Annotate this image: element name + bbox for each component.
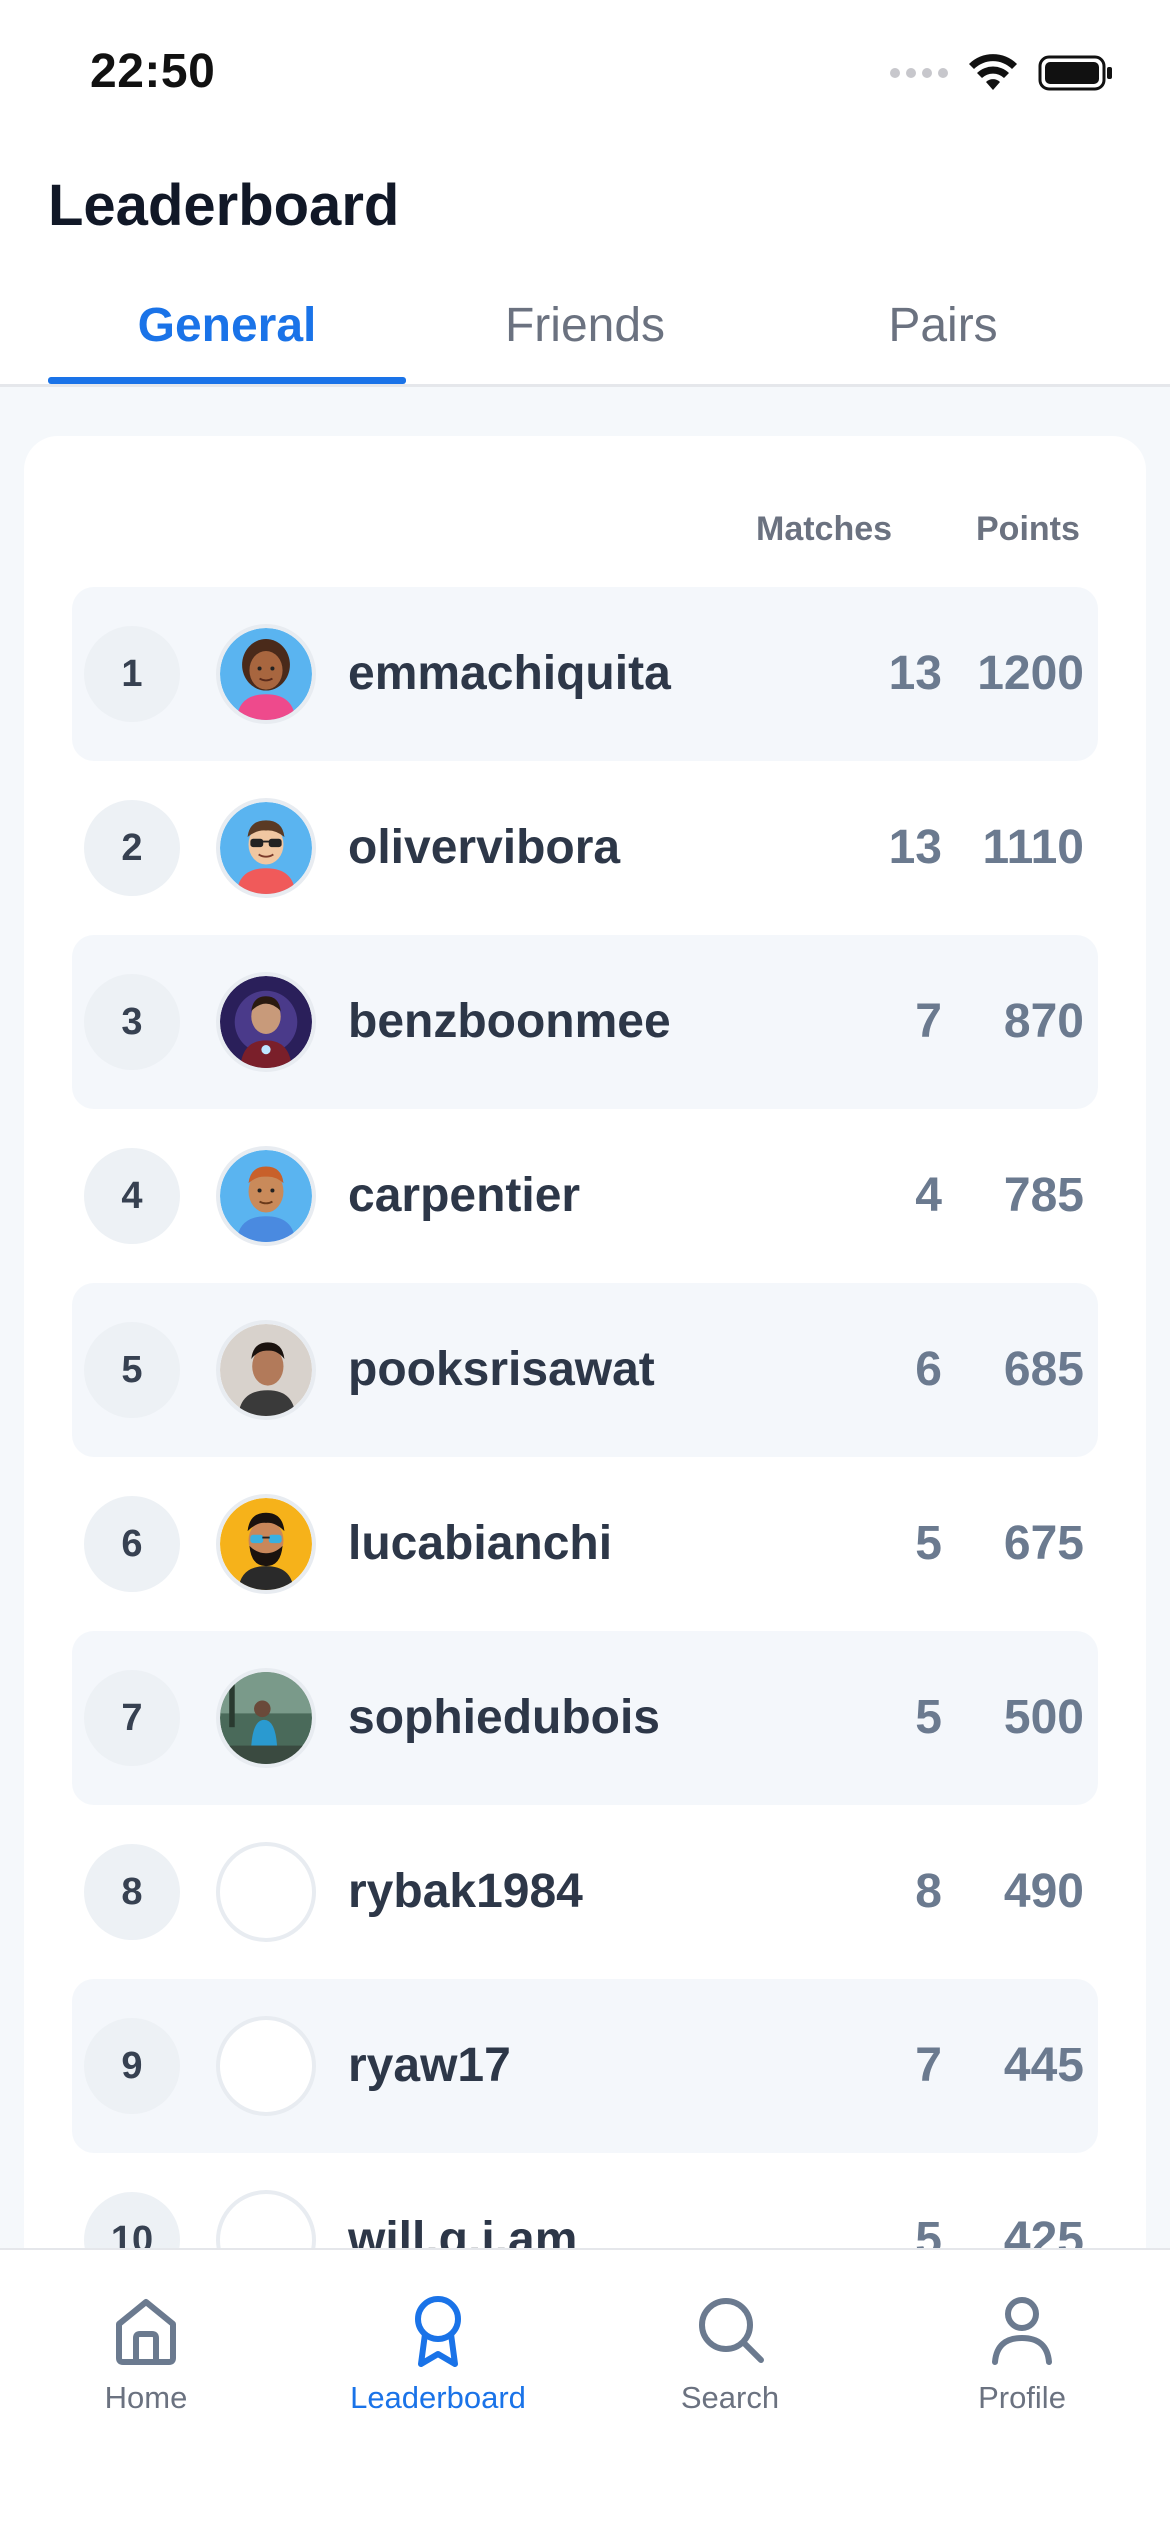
username: lucabianchi	[348, 1517, 613, 1570]
username: benzboonmee	[348, 995, 671, 1048]
rank-badge: 3	[84, 974, 180, 1070]
username: emmachiquita	[348, 647, 671, 700]
username: rybak1984	[348, 1865, 583, 1918]
matches-count: 5	[915, 1691, 942, 1744]
rank-badge: 7	[84, 1670, 180, 1766]
points-count: 500	[1003, 1691, 1084, 1744]
matches-count: 13	[888, 647, 942, 700]
search-icon	[699, 2298, 764, 2363]
matches-count: 5	[915, 1517, 942, 1570]
leaderboard-row[interactable]: 4 carpentier 4 785	[72, 1109, 1098, 1283]
empty-avatar[interactable]	[216, 2016, 316, 2116]
page-title: Leaderboard	[48, 173, 400, 238]
man-avatar[interactable]	[216, 1146, 316, 1246]
man-sunglasses-avatar[interactable]	[216, 798, 316, 898]
leaderboard-row[interactable]: 7 sophiedubois 5 500	[72, 1631, 1098, 1805]
points-count: 675	[1003, 1517, 1084, 1570]
bottom-tab-bar: Home Leaderboard Search Profile	[0, 2248, 1170, 2532]
home-icon	[116, 2299, 176, 2365]
points-count: 785	[1003, 1169, 1084, 1222]
woman-avatar[interactable]	[216, 624, 316, 724]
status-time: 22:50	[90, 45, 216, 98]
tabbar-label: Search	[680, 2380, 780, 2415]
points-count: 685	[1003, 1343, 1084, 1396]
leaderboard-row[interactable]: 1 emmachiquita 13 1200	[72, 587, 1098, 761]
points-count: 1200	[977, 647, 1084, 700]
matches-count: 7	[915, 995, 942, 1048]
leaderboard-row[interactable]: 5 pooksrisawat 6 685	[72, 1283, 1098, 1457]
photo-avatar[interactable]	[216, 1668, 316, 1768]
username: olivervibora	[348, 821, 621, 874]
matches-count: 13	[888, 821, 942, 874]
tabbar-label: Home	[104, 2380, 188, 2415]
tabbar-search[interactable]: Search	[584, 2290, 876, 2416]
points-column-header: Points	[976, 510, 1080, 548]
rank-badge: 5	[84, 1322, 180, 1418]
matches-count: 7	[915, 2039, 942, 2092]
tabbar-leaderboard[interactable]: Leaderboard	[292, 2290, 584, 2416]
matches-count: 4	[915, 1169, 942, 1222]
photo-avatar[interactable]	[216, 972, 316, 1072]
tabbar-home[interactable]: Home	[0, 2290, 292, 2416]
rank-badge: 2	[84, 800, 180, 896]
username: pooksrisawat	[348, 1343, 655, 1396]
rank-badge: 6	[84, 1496, 180, 1592]
tab-pairs[interactable]: Pairs	[764, 280, 1122, 384]
profile-icon	[992, 2297, 1052, 2365]
tabbar-label: Profile	[978, 2380, 1066, 2415]
username: ryaw17	[348, 2039, 511, 2092]
segment-tabs: General Friends Pairs	[48, 280, 1122, 384]
status-icons	[890, 54, 1114, 92]
points-count: 490	[1003, 1865, 1084, 1918]
leaderboard-row[interactable]: 2 olivervibora 13 1110	[72, 761, 1098, 935]
points-count: 1110	[982, 821, 1084, 874]
tabbar-profile[interactable]: Profile	[876, 2290, 1168, 2416]
bearded-man-avatar[interactable]	[216, 1494, 316, 1594]
leaderboard-row[interactable]: 8 rybak1984 8 490	[72, 1805, 1098, 1979]
tabbar-label: Leaderboard	[350, 2380, 526, 2415]
matches-column-header: Matches	[756, 510, 893, 548]
rank-badge: 8	[84, 1844, 180, 1940]
rank-badge: 9	[84, 2018, 180, 2114]
award-icon	[415, 2296, 461, 2367]
username: carpentier	[348, 1169, 581, 1222]
photo-avatar[interactable]	[216, 1320, 316, 1420]
empty-avatar[interactable]	[216, 1842, 316, 1942]
wifi-icon	[969, 54, 1017, 90]
status-bar: 22:50	[0, 0, 1170, 150]
leaderboard-row[interactable]: 9 ryaw17 7 445	[72, 1979, 1098, 2153]
cellular-signal-icon	[890, 68, 948, 78]
username: sophiedubois	[348, 1691, 660, 1744]
leaderboard-row[interactable]: 6 lucabianchi 5 675	[72, 1457, 1098, 1631]
battery-icon	[1038, 55, 1112, 91]
matches-count: 6	[915, 1343, 942, 1396]
points-count: 870	[1003, 995, 1084, 1048]
leaderboard-list: 1 emmachiquita 13 1200 2 olivervibora 13…	[72, 587, 1098, 2327]
tab-general[interactable]: General	[48, 280, 406, 384]
tab-friends[interactable]: Friends	[406, 280, 764, 384]
rank-badge: 1	[84, 626, 180, 722]
points-count: 445	[1003, 2039, 1084, 2092]
matches-count: 8	[915, 1865, 942, 1918]
leaderboard-row[interactable]: 3 benzboonmee 7 870	[72, 935, 1098, 1109]
rank-badge: 4	[84, 1148, 180, 1244]
